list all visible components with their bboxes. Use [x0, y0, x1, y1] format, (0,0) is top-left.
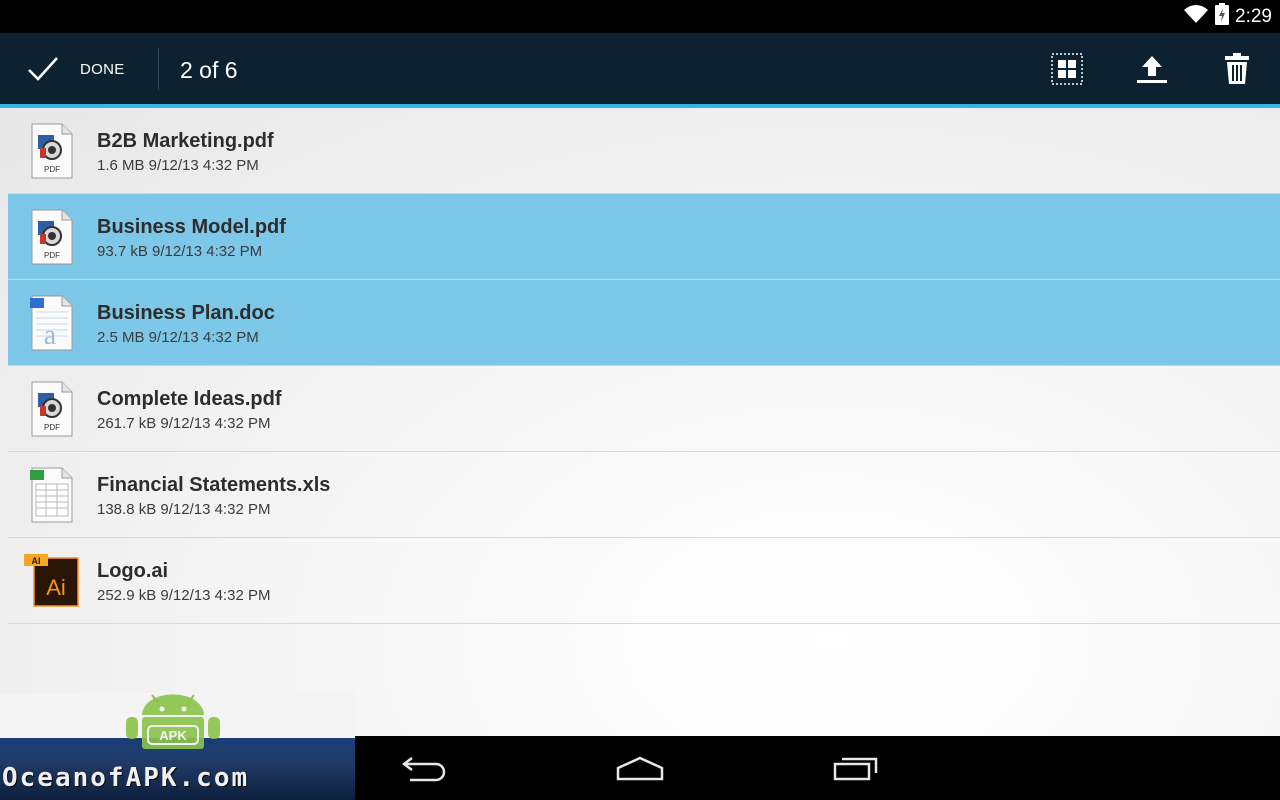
trash-icon[interactable]: [1219, 51, 1255, 87]
checkmark-icon: [26, 55, 60, 83]
file-name: Business Plan.doc: [97, 302, 275, 324]
done-label: DONE: [80, 61, 125, 78]
file-name: Complete Ideas.pdf: [97, 388, 282, 410]
selection-count: 2 of 6: [180, 57, 238, 83]
status-bar: 2:29: [0, 0, 1280, 33]
pdf-file-icon: PDF: [24, 208, 80, 266]
file-name: Financial Statements.xls: [97, 474, 331, 496]
pdf-label: PDF: [44, 165, 60, 174]
back-icon[interactable]: [394, 750, 454, 786]
apk-badge: APK: [159, 728, 187, 743]
file-name: B2B Marketing.pdf: [97, 130, 274, 152]
pdf-label: PDF: [44, 251, 60, 260]
file-meta: 138.8 kB 9/12/13 4:32 PM: [97, 501, 271, 518]
contextual-action-bar: DONE 2 of 6: [0, 33, 1280, 104]
ai-main-label: Ai: [46, 575, 66, 600]
home-icon[interactable]: [610, 750, 670, 786]
done-button[interactable]: DONE: [0, 33, 158, 104]
svg-text:a: a: [44, 320, 57, 351]
pdf-file-icon: PDF: [24, 380, 80, 438]
file-list: PDF B2B Marketing.pdf 1.6 MB 9/12/13 4:3…: [0, 108, 1280, 736]
recent-apps-icon[interactable]: [826, 750, 886, 786]
file-meta: 261.7 kB 9/12/13 4:32 PM: [97, 415, 271, 432]
ai-tab-label: AI: [32, 556, 41, 566]
select-all-icon[interactable]: [1049, 51, 1085, 87]
file-meta: 93.7 kB 9/12/13 4:32 PM: [97, 243, 263, 260]
battery-charging-icon: [1215, 3, 1230, 30]
status-icons: 2:29: [1183, 0, 1272, 33]
doc-file-icon: a: [24, 294, 80, 352]
file-name: Business Model.pdf: [97, 216, 286, 238]
file-meta: 1.6 MB 9/12/13 4:32 PM: [97, 157, 259, 174]
wifi-icon: [1183, 4, 1209, 29]
pdf-file-icon: PDF: [24, 122, 80, 180]
file-row[interactable]: PDF Complete Ideas.pdf 261.7 kB 9/12/13 …: [8, 366, 1280, 452]
watermark: APK OceanofAPK.com: [0, 693, 355, 800]
file-row[interactable]: PDF Business Model.pdf 93.7 kB 9/12/13 4…: [8, 194, 1280, 280]
illustrator-file-icon: AI Ai: [24, 552, 80, 610]
file-meta: 2.5 MB 9/12/13 4:32 PM: [97, 329, 259, 346]
action-divider: [158, 48, 159, 90]
file-row[interactable]: a Business Plan.doc 2.5 MB 9/12/13 4:32 …: [8, 280, 1280, 366]
watermark-text: OceanofAPK.com: [2, 763, 250, 793]
pdf-label: PDF: [44, 423, 60, 432]
upload-icon[interactable]: [1134, 51, 1170, 87]
android-robot-icon: APK: [122, 693, 224, 749]
file-row[interactable]: Financial Statements.xls 138.8 kB 9/12/1…: [8, 452, 1280, 538]
file-row[interactable]: PDF B2B Marketing.pdf 1.6 MB 9/12/13 4:3…: [8, 108, 1280, 194]
file-row[interactable]: AI Ai Logo.ai 252.9 kB 9/12/13 4:32 PM: [8, 538, 1280, 624]
file-meta: 252.9 kB 9/12/13 4:32 PM: [97, 587, 271, 604]
xls-file-icon: [24, 466, 80, 524]
file-name: Logo.ai: [97, 560, 169, 582]
status-time: 2:29: [1235, 5, 1272, 27]
